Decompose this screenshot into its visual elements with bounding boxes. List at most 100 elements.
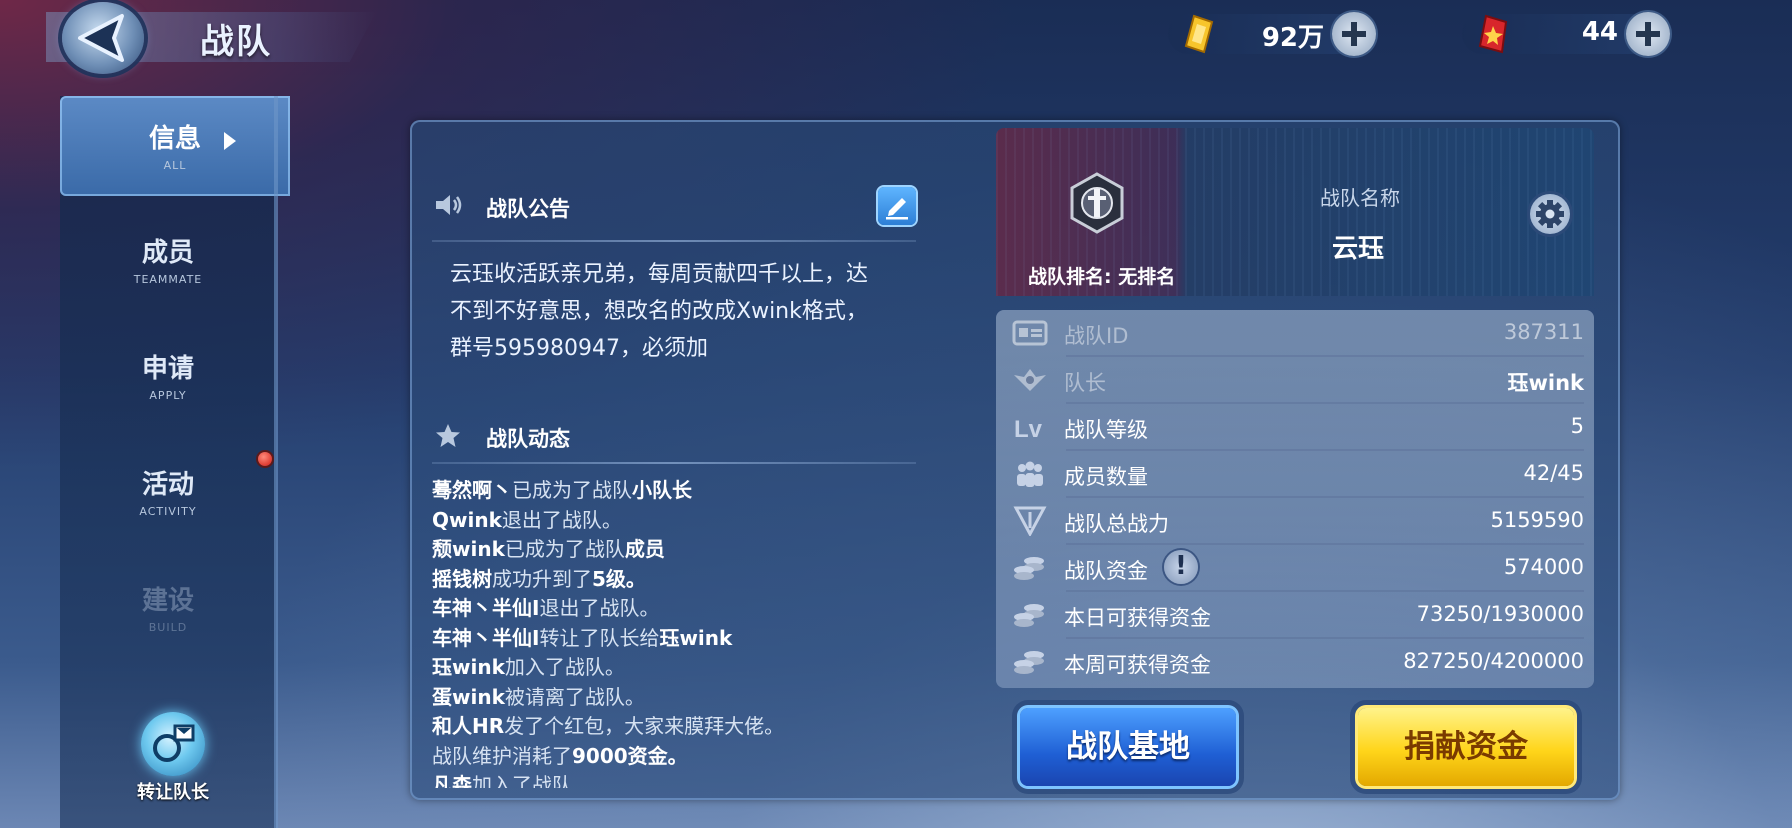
tab-activity-sub: ACTIVITY — [139, 505, 197, 518]
transfer-captain-button[interactable]: 转让队长 — [124, 712, 222, 812]
star-icon — [436, 424, 460, 447]
coins-icon — [1014, 651, 1044, 674]
level-icon: Lv — [1014, 416, 1043, 442]
team-base-label: 战队基地 — [1066, 729, 1190, 765]
team-name-label: 战队名称 — [1320, 186, 1400, 210]
transfer-captain-label: 转让队长 — [137, 782, 209, 803]
red-gem-icon — [1478, 14, 1508, 54]
settings-button[interactable] — [1530, 194, 1570, 234]
gear-icon — [1536, 200, 1564, 228]
coins-icon — [1014, 557, 1044, 580]
transfer-captain-icon — [141, 712, 205, 776]
tab-apply-sub: APPLY — [149, 389, 187, 402]
activity-feed[interactable]: 蓦然啊丶已成为了战队小队长 Qwink退出了战队。 颓wink已成为了战队成员 … — [432, 476, 952, 788]
gold-amount: 92万 — [1261, 23, 1324, 53]
tab-apply-label: 申请 — [141, 354, 194, 384]
gem-amount: 44 — [1581, 17, 1618, 47]
stat-value: 5159590 — [1490, 508, 1584, 532]
list-item: Qwink退出了战队。 — [432, 507, 622, 532]
notice-text: 云珏收活跃亲兄弟，每周贡献四千以上，达 不到不好意思，想改名的改成Xwink格式… — [450, 256, 930, 367]
back-arrow-icon — [78, 14, 124, 62]
tab-teammate-sub: TEAMMATE — [133, 273, 203, 286]
list-item: 蛋wink被请离了战队。 — [432, 684, 645, 709]
stat-value: 珏wink — [1507, 371, 1584, 395]
gem-currency: 44 — [1462, 12, 1670, 56]
coins-icon — [1014, 604, 1044, 627]
list-item: 车神丶半仙I转让了队长给珏wink — [432, 625, 733, 650]
gold-currency: 92万 — [1168, 12, 1376, 56]
tab-teammate-label: 成员 — [141, 238, 194, 268]
team-stats: 战队ID 387311 队长 珏wink Lv 战队等级 5 成员数量 42/4… — [996, 310, 1594, 688]
notice-title: 战队公告 — [486, 197, 570, 221]
stat-row-funds: 战队资金 574000 — [996, 545, 1594, 592]
donate-funds-button[interactable]: 捐献资金 — [1358, 708, 1574, 786]
stat-label: 战队等级 — [1064, 418, 1148, 442]
stat-row-level: Lv 战队等级 5 — [996, 404, 1594, 451]
stat-value: 73250/1930000 — [1416, 602, 1584, 626]
stat-label: 战队总战力 — [1064, 512, 1169, 536]
top-bar: 战队 92万 44 — [0, 0, 1792, 74]
tab-activity-label: 活动 — [141, 470, 194, 500]
stat-row-members: 成员数量 42/45 — [996, 451, 1594, 498]
stat-value: 5 — [1570, 414, 1584, 438]
tab-apply[interactable]: 申请 APPLY — [60, 326, 276, 426]
donate-funds-label: 捐献资金 — [1404, 729, 1528, 765]
add-gold-button[interactable] — [1332, 12, 1376, 56]
list-item: 和人HR发了个红包，大家来膜拜大佬。 — [432, 714, 785, 738]
list-item: 蓦然啊丶已成为了战队小队长 — [432, 478, 692, 502]
stat-value: 387311 — [1503, 320, 1584, 344]
list-item: 珏wink加入了战队。 — [432, 655, 625, 679]
stat-label: 战队资金 — [1064, 559, 1148, 583]
edit-notice-button[interactable] — [878, 187, 916, 225]
stat-row-daily-funds: 本日可获得资金 73250/1930000 — [996, 592, 1594, 639]
gold-coin-icon — [1184, 14, 1214, 54]
list-item: 凡森加入了战队 — [432, 773, 572, 788]
info-warning-icon[interactable] — [1164, 550, 1198, 584]
stat-row-captain: 队长 珏wink — [996, 357, 1594, 404]
svg-text:Lv: Lv — [1014, 416, 1043, 442]
list-item: 车神丶半仙I退出了战队。 — [432, 596, 660, 620]
stat-value: 827250/4200000 — [1403, 649, 1584, 673]
feed-title: 战队动态 — [486, 427, 570, 451]
pencil-icon — [886, 198, 908, 220]
list-item: 摇钱树成功升到了5级。 — [432, 566, 646, 591]
stat-row-power: 战队总战力 5159590 — [996, 498, 1594, 545]
team-emblem-icon — [1070, 172, 1124, 234]
tab-info[interactable]: 信息 ALL — [60, 96, 290, 196]
notice-divider — [432, 240, 916, 242]
back-button[interactable] — [62, 2, 144, 74]
stat-value: 574000 — [1503, 555, 1584, 579]
add-gem-button[interactable] — [1626, 12, 1670, 56]
page-title: 战队 — [200, 22, 272, 62]
tab-info-label: 信息 — [148, 124, 201, 154]
list-item: 颓wink已成为了战队成员 — [432, 537, 665, 561]
tab-info-sub: ALL — [163, 159, 187, 172]
selected-arrow-icon — [224, 132, 236, 150]
sidebar-rail — [274, 96, 278, 828]
tab-teammate[interactable]: 成员 TEAMMATE — [60, 210, 276, 310]
team-name: 云珏 — [1332, 234, 1385, 264]
notice-line-3: 群号595980947，必须加 — [450, 336, 708, 361]
stat-label: 成员数量 — [1064, 465, 1148, 489]
captain-wings-icon — [1014, 369, 1046, 391]
tab-activity[interactable]: 活动 ACTIVITY — [60, 442, 276, 542]
stat-value: 42/45 — [1523, 461, 1584, 485]
list-item: 战队维护消耗了9000资金。 — [432, 743, 688, 768]
feed-divider — [432, 462, 916, 464]
tab-build-label: 建设 — [141, 586, 194, 616]
stat-row-team-id: 战队ID 387311 — [996, 310, 1594, 357]
notice-line-1: 云珏收活跃亲兄弟，每周贡献四千以上，达 — [450, 262, 869, 287]
stat-row-weekly-funds: 本周可获得资金 827250/4200000 — [996, 639, 1594, 686]
id-card-icon — [1012, 320, 1048, 346]
tab-build-sub: BUILD — [148, 621, 188, 634]
power-icon — [1013, 506, 1047, 536]
notice-line-2: 不到不好意思，想改名的改成Xwink格式， — [450, 299, 868, 324]
team-rank-value: 无排名 — [1118, 266, 1176, 288]
tab-build[interactable]: 建设 BUILD — [60, 558, 276, 658]
stat-label: 本日可获得资金 — [1064, 606, 1211, 630]
team-rank: 战队排名: 无排名 — [1028, 262, 1175, 289]
team-rank-label: 战队排名: — [1028, 266, 1112, 288]
stat-label: 本周可获得资金 — [1064, 653, 1211, 677]
notification-dot — [258, 452, 272, 466]
team-base-button[interactable]: 战队基地 — [1020, 708, 1236, 786]
